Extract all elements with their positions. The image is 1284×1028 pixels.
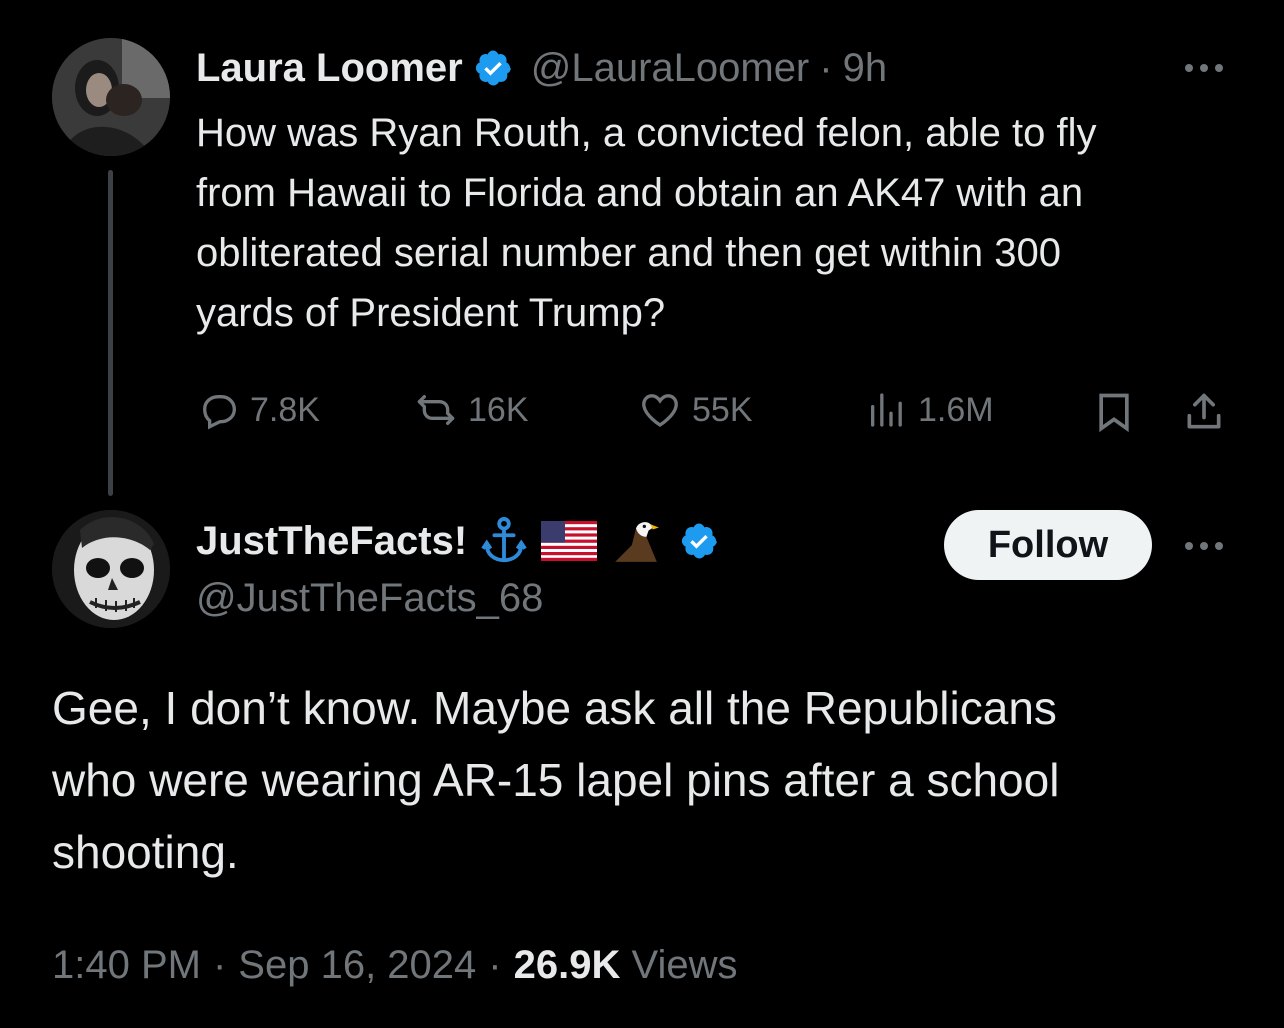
views-icon (871, 393, 902, 427)
reply-more-options-icon[interactable] (1182, 534, 1226, 558)
parent-text-line: from Hawaii to Florida and obtain an AK4… (196, 171, 1084, 215)
meta-separator: · (212, 943, 227, 987)
us-flag-emoji (541, 521, 598, 561)
repost-action[interactable]: 16K (416, 390, 529, 430)
parent-text-line: obliterated serial number and then get w… (196, 231, 1061, 275)
parent-header: Laura Loomer @LauraLoomer · 9h (196, 44, 887, 92)
bookmark-button[interactable] (1092, 390, 1136, 434)
share-button[interactable] (1182, 390, 1226, 434)
reply-author-name[interactable]: JustTheFacts! (196, 519, 467, 564)
thread-connector-line (108, 170, 113, 496)
reply-text-line: shooting. (52, 826, 239, 878)
reply-text-line: Gee, I don’t know. Maybe ask all the Rep… (52, 682, 1057, 734)
like-icon (642, 394, 678, 427)
reply-author-handle[interactable]: @JustTheFacts_68 (196, 574, 543, 622)
views-count: 1.6M (918, 390, 994, 429)
reply-time[interactable]: 1:40 PM (52, 940, 201, 990)
follow-button[interactable]: Follow (944, 510, 1152, 580)
reply-meta: 1:40 PM · Sep 16, 2024 · 26.9K Views (52, 940, 737, 990)
justthefacts-avatar[interactable] (52, 510, 170, 628)
eagle-emoji (615, 522, 660, 562)
parent-author-name[interactable]: Laura Loomer (196, 46, 463, 91)
share-icon (1187, 393, 1221, 429)
views-action[interactable]: 1.6M (866, 390, 994, 430)
meta-separator: · (488, 943, 502, 987)
reply-text-line: who were wearing AR-15 lapel pins after … (52, 754, 1060, 806)
repost-count: 16K (468, 390, 529, 429)
anchor-emoji (481, 517, 527, 563)
reply-count: 7.8K (250, 390, 320, 429)
parent-author-handle[interactable]: @LauraLoomer (531, 46, 810, 91)
verified-badge-icon (682, 523, 717, 559)
reply-header: JustTheFacts! (196, 516, 719, 566)
reply-date[interactable]: Sep 16, 2024 (238, 940, 476, 990)
repost-icon (417, 395, 455, 425)
parent-text-line: How was Ryan Routh, a convicted felon, a… (196, 111, 1097, 155)
like-count: 55K (692, 390, 753, 429)
reply-icon (202, 395, 237, 430)
parent-more-options-icon[interactable] (1182, 56, 1226, 80)
like-action[interactable]: 55K (640, 390, 753, 430)
reply-action[interactable]: 7.8K (198, 390, 320, 430)
parent-tweet-text: How was Ryan Routh, a convicted felon, a… (196, 103, 1256, 343)
reply-views-label: Views (631, 943, 738, 987)
reply-tweet-text: Gee, I don’t know. Maybe ask all the Rep… (52, 672, 1252, 888)
parent-text-line: yards of President Trump? (196, 291, 666, 335)
laura-loomer-avatar[interactable] (52, 38, 170, 156)
parent-separator: · (819, 45, 833, 90)
reply-views-count: 26.9K (513, 943, 621, 987)
parent-timestamp[interactable]: 9h (843, 46, 888, 91)
verified-badge-icon (475, 50, 511, 86)
bookmark-icon (1099, 393, 1129, 433)
